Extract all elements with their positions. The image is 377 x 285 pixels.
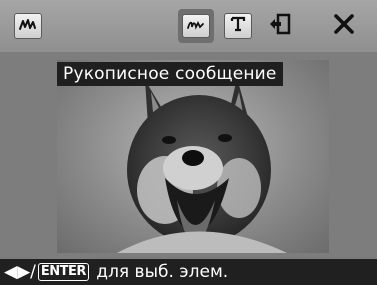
rotate-card-icon — [267, 12, 293, 40]
toolbar — [0, 0, 377, 52]
handwriting-pen-icon — [18, 16, 38, 36]
handwritten-note-button[interactable] — [178, 9, 214, 43]
handwriting-mode-button[interactable] — [14, 13, 42, 39]
status-text: для выб. элем. — [90, 262, 229, 282]
handwritten-note-icon — [186, 17, 206, 36]
text-T-icon — [229, 15, 247, 37]
left-right-arrows-icon: ◀▶/ — [4, 262, 36, 282]
dog-photo — [57, 60, 329, 253]
text-button[interactable] — [224, 13, 252, 39]
close-icon — [333, 13, 355, 39]
enter-key-icon: ENTER — [37, 263, 89, 281]
status-bar: ◀▶/ ENTER для выб. элем. — [0, 259, 377, 285]
tooltip: Рукописное сообщение — [57, 62, 283, 86]
rotate-card-button[interactable] — [266, 13, 294, 39]
close-button[interactable] — [330, 13, 358, 39]
